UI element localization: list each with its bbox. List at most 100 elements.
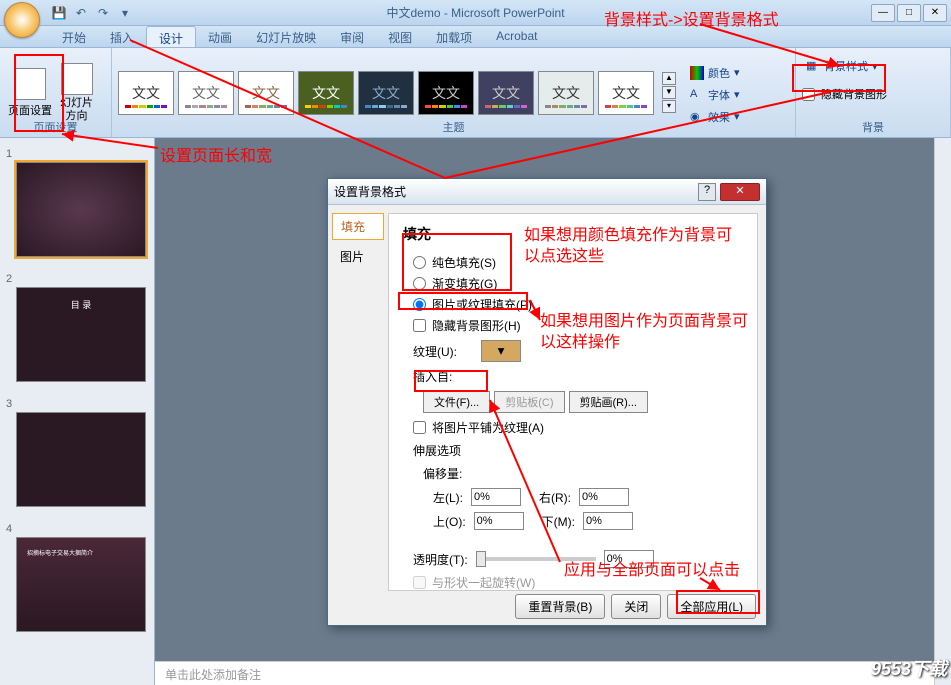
top-spinbox[interactable] [474, 512, 524, 530]
colors-button[interactable]: 颜色 ▾ [686, 63, 744, 83]
slide-num-1: 1 [6, 148, 12, 160]
theme-5[interactable]: 文文 [358, 71, 414, 115]
save-icon[interactable]: 💾 [50, 4, 68, 22]
nav-picture[interactable]: 图片 [332, 244, 384, 269]
titlebar: 💾 ↶ ↷ ▾ 中文demo - Microsoft PowerPoint — … [0, 0, 951, 26]
watermark: 9553下载 [871, 655, 947, 681]
maximize-button[interactable]: □ [897, 4, 921, 22]
theme-6[interactable]: 文文 [418, 71, 474, 115]
slide-thumb-4[interactable]: 招摘标电子交易大捆简介 [16, 537, 146, 632]
background-group-label: 背景 [796, 119, 950, 135]
hide-bg-checkbox[interactable] [802, 88, 815, 101]
top-label: 上(O): [433, 513, 466, 530]
page-setup-group-label: 页面设置 [0, 119, 111, 135]
gradient-fill-label: 渐变填充(G) [432, 275, 497, 292]
right-spinbox[interactable] [579, 488, 629, 506]
colors-icon [690, 66, 704, 80]
quick-access-toolbar: 💾 ↶ ↷ ▾ [50, 4, 134, 22]
tab-acrobat[interactable]: Acrobat [484, 26, 549, 47]
format-background-dialog: 设置背景格式 ? ✕ 填充 图片 填充 纯色填充(S) 渐变填充(G) 图片或纹… [327, 178, 767, 626]
bottom-spinbox[interactable] [583, 512, 633, 530]
fonts-button[interactable]: A字体 ▾ [686, 85, 744, 105]
clipart-button[interactable]: 剪贴画(R)... [569, 391, 648, 413]
undo-icon[interactable]: ↶ [72, 4, 90, 22]
texture-picker[interactable]: ▾ [481, 340, 521, 362]
nav-fill[interactable]: 填充 [332, 213, 384, 240]
dialog-title: 设置背景格式 [334, 183, 698, 200]
page-setup-icon [14, 68, 46, 100]
transparency-spinbox[interactable] [604, 550, 654, 568]
fonts-icon: A [690, 88, 704, 102]
file-button[interactable]: 文件(F)... [423, 391, 490, 413]
slide-orientation-button[interactable]: 幻灯片 方向 [58, 61, 95, 123]
theme-scroll-up[interactable]: ▲ [662, 72, 676, 85]
tab-insert[interactable]: 插入 [98, 26, 146, 47]
texture-label: 纹理(U): [413, 343, 473, 360]
theme-8[interactable]: 文文 [538, 71, 594, 115]
right-label: 右(R): [539, 489, 571, 506]
tab-slideshow[interactable]: 幻灯片放映 [244, 26, 328, 47]
tile-checkbox[interactable] [413, 421, 426, 434]
tab-animations[interactable]: 动画 [196, 26, 244, 47]
tile-label: 将图片平铺为纹理(A) [432, 419, 544, 436]
fill-heading: 填充 [403, 224, 743, 244]
orientation-label: 幻灯片 方向 [60, 97, 93, 121]
redo-icon[interactable]: ↷ [94, 4, 112, 22]
hide-bg-graphics-checkbox[interactable] [413, 319, 426, 332]
theme-7[interactable]: 文文 [478, 71, 534, 115]
bg-styles-button[interactable]: ▦背景样式 ▾ [802, 56, 882, 76]
transparency-slider[interactable] [476, 557, 596, 561]
hide-bg-graphics-label: 隐藏背景图形(H) [432, 317, 521, 334]
hide-bg-label: 隐藏背景图形 [821, 86, 887, 102]
theme-1[interactable]: 文文 [118, 71, 174, 115]
slide-num-2: 2 [6, 273, 12, 285]
slide-thumb-1[interactable] [16, 162, 146, 257]
vertical-scrollbar[interactable] [934, 138, 951, 685]
left-spinbox[interactable] [471, 488, 521, 506]
picture-fill-radio[interactable] [413, 298, 426, 311]
slide-thumb-2[interactable]: 目 录 [16, 287, 146, 382]
theme-4[interactable]: 文文 [298, 71, 354, 115]
apply-all-button[interactable]: 全部应用(L) [667, 594, 756, 619]
theme-9[interactable]: 文文 [598, 71, 654, 115]
rotate-checkbox[interactable] [413, 576, 426, 589]
tab-addins[interactable]: 加载项 [424, 26, 484, 47]
page-setup-button[interactable]: 页面设置 [6, 66, 54, 120]
qat-dropdown-icon[interactable]: ▾ [116, 4, 134, 22]
tab-review[interactable]: 审阅 [328, 26, 376, 47]
bg-styles-icon: ▦ [806, 59, 820, 73]
tab-design[interactable]: 设计 [146, 26, 196, 47]
office-button[interactable] [4, 2, 40, 38]
theme-2[interactable]: 文文 [178, 71, 234, 115]
orientation-icon [61, 63, 93, 95]
close-button-dlg[interactable]: 关闭 [611, 594, 661, 619]
gradient-fill-radio[interactable] [413, 277, 426, 290]
tab-home[interactable]: 开始 [50, 26, 98, 47]
dialog-close-button[interactable]: ✕ [720, 183, 760, 201]
page-setup-label: 页面设置 [8, 102, 52, 118]
rotate-label: 与形状一起旋转(W) [432, 574, 535, 591]
ribbon: 页面设置 幻灯片 方向 页面设置 文文 文文 文文 文文 [0, 48, 951, 138]
bottom-label: 下(M): [542, 513, 575, 530]
minimize-button[interactable]: — [871, 4, 895, 22]
theme-scroll-more[interactable]: ▾ [662, 100, 676, 113]
stretch-label: 伸展选项 [413, 442, 461, 459]
slide-thumb-3[interactable] [16, 412, 146, 507]
reset-bg-button[interactable]: 重置背景(B) [515, 594, 605, 619]
insert-from-label: 插入自: [413, 368, 452, 385]
slide-num-4: 4 [6, 523, 12, 535]
slide-panel[interactable]: 1 2 目 录 3 4 招摘标电子交易大捆简介 [0, 138, 155, 685]
notes-area[interactable]: 单击此处添加备注 [155, 661, 951, 685]
theme-scroll-down[interactable]: ▼ [662, 86, 676, 99]
solid-fill-radio[interactable] [413, 256, 426, 269]
dialog-help-button[interactable]: ? [698, 183, 716, 201]
clipboard-button[interactable]: 剪贴板(C) [494, 391, 564, 413]
left-label: 左(L): [433, 489, 463, 506]
close-button[interactable]: ✕ [923, 4, 947, 22]
tab-view[interactable]: 视图 [376, 26, 424, 47]
window-title: 中文demo - Microsoft PowerPoint [386, 4, 564, 21]
transparency-label: 透明度(T): [413, 551, 468, 568]
theme-3[interactable]: 文文 [238, 71, 294, 115]
picture-fill-label: 图片或纹理填充(P) [432, 296, 532, 313]
solid-fill-label: 纯色填充(S) [432, 254, 496, 271]
